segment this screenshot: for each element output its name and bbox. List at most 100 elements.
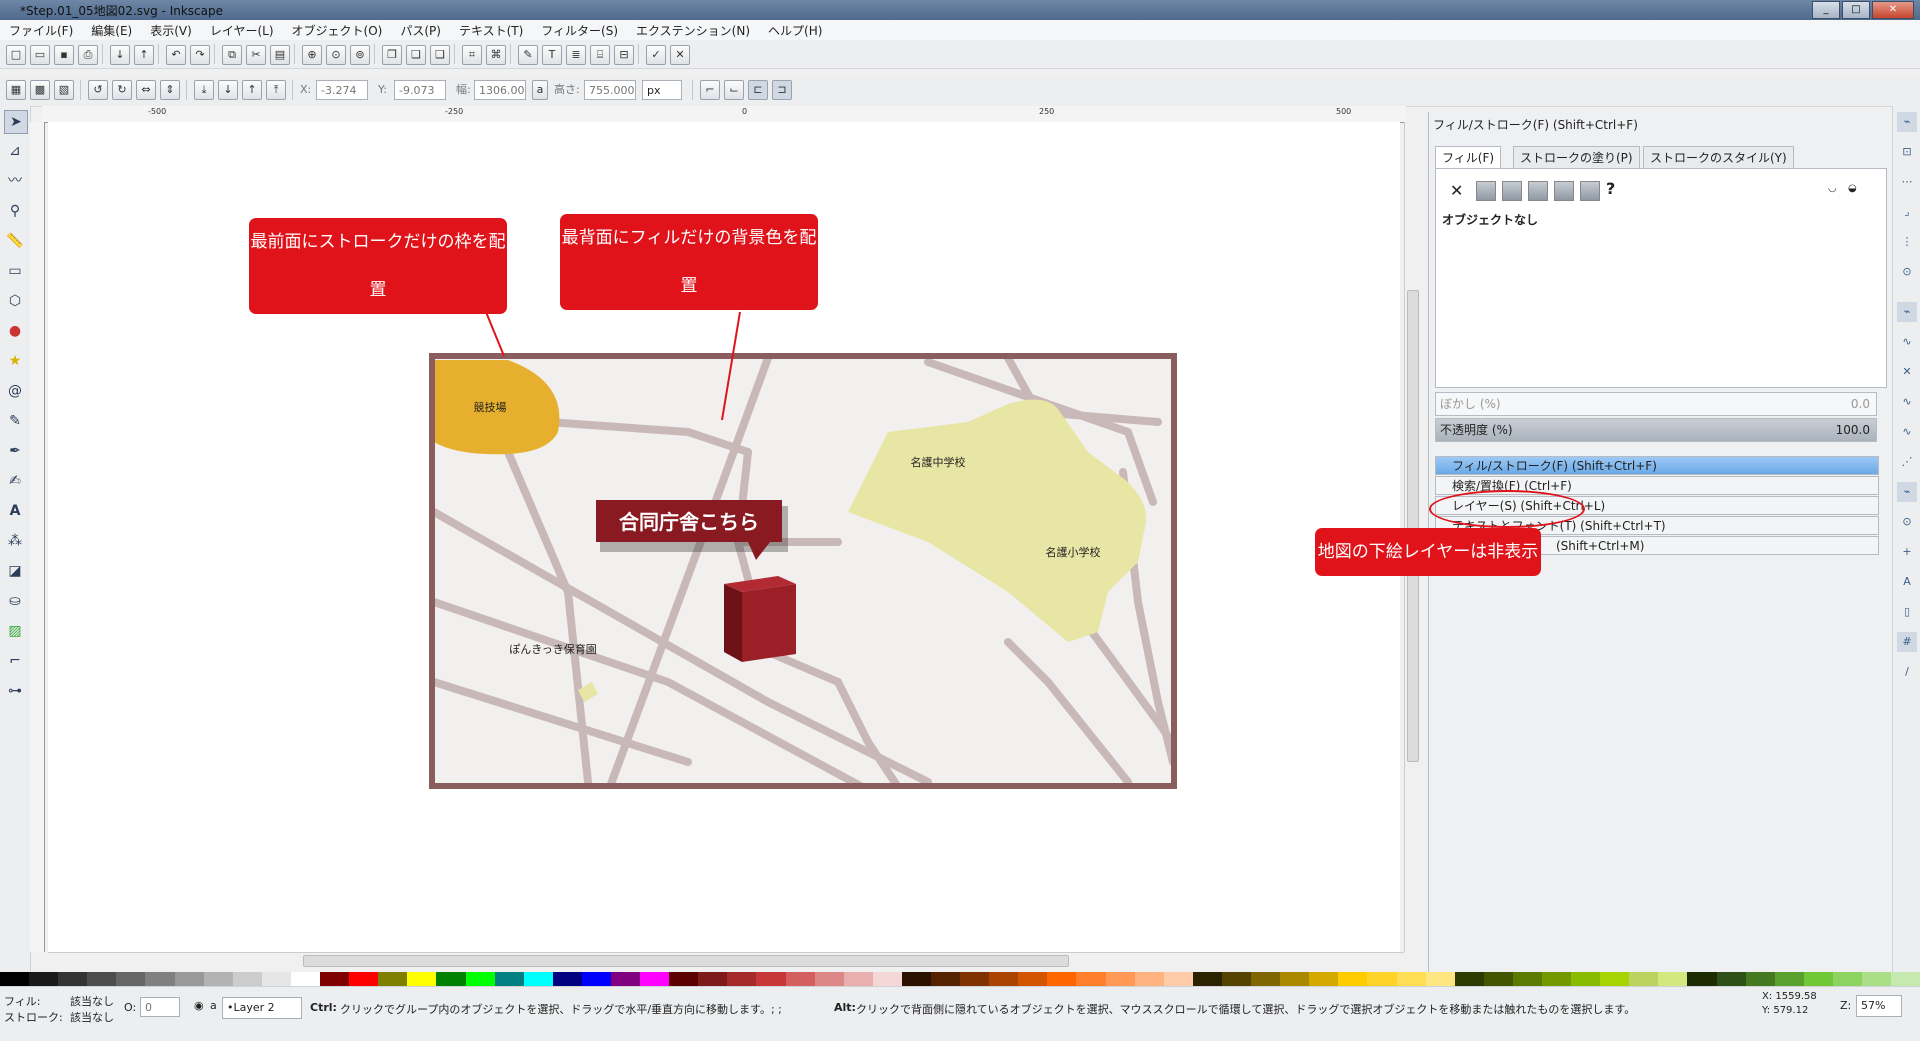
palette-swatch[interactable] — [1571, 972, 1601, 986]
palette-swatch[interactable] — [1687, 972, 1717, 986]
blur-slider[interactable]: ぼかし (%) 0.0 — [1435, 392, 1877, 416]
raise-top-icon[interactable]: ⤒ — [266, 80, 286, 100]
palette-swatch[interactable] — [901, 972, 931, 986]
menu-file[interactable]: ファイル(F) — [0, 20, 82, 40]
no-paint-icon[interactable]: ✕ — [1450, 181, 1463, 200]
palette-swatch[interactable] — [436, 972, 466, 986]
dialog-fill-stroke[interactable]: フィル/ストローク(F) (Shift+Ctrl+F) — [1435, 456, 1879, 475]
width-input[interactable]: 1306.00 — [474, 80, 526, 100]
palette-swatch[interactable] — [640, 972, 670, 986]
lock-ratio-icon[interactable]: a — [532, 80, 548, 100]
palette-swatch[interactable] — [349, 972, 379, 986]
raise-icon[interactable]: ↑ — [242, 80, 262, 100]
palette-swatch[interactable] — [116, 972, 146, 986]
snap-guide-icon[interactable]: / — [1897, 662, 1917, 682]
unlink-clone-icon[interactable]: ❑ — [430, 45, 450, 65]
cut-icon[interactable]: ✂ — [246, 45, 266, 65]
palette-swatch[interactable] — [1716, 972, 1746, 986]
node-tool-icon[interactable]: ⊿ — [4, 140, 26, 162]
palette-swatch[interactable] — [378, 972, 408, 986]
palette-swatch[interactable] — [1658, 972, 1688, 986]
palette-swatch[interactable] — [1280, 972, 1310, 986]
palette-swatch[interactable] — [232, 972, 262, 986]
menu-edit[interactable]: 編集(E) — [82, 20, 141, 40]
snap-midpoint-icon[interactable]: ⋰ — [1897, 452, 1917, 472]
zoom-drawing-icon[interactable]: ⊙ — [326, 45, 346, 65]
palette-swatch[interactable] — [1134, 972, 1164, 986]
drawing-canvas[interactable]: 合同庁舎こちら 競技場 名護中学校 名護小学校 ぽんきっき保育園 最前面にストロ… — [48, 122, 1400, 952]
snap-bbox-icon[interactable]: ⊡ — [1897, 142, 1917, 162]
palette-swatch[interactable] — [698, 972, 728, 986]
rotate-cw-icon[interactable]: ↻ — [112, 80, 132, 100]
xml-editor-icon[interactable]: ⌸ — [590, 45, 610, 65]
menu-object[interactable]: オブジェクト(O) — [283, 20, 392, 40]
palette-swatch[interactable] — [1803, 972, 1833, 986]
snap-rotation-center-icon[interactable]: + — [1897, 542, 1917, 562]
palette-swatch[interactable] — [523, 972, 553, 986]
spray-tool-icon[interactable]: ⁂ — [4, 530, 26, 552]
palette-swatch[interactable] — [1629, 972, 1659, 986]
palette-swatch[interactable] — [290, 972, 321, 986]
unset-paint-icon[interactable]: ? — [1606, 179, 1615, 198]
snap-others-icon[interactable]: ⌁ — [1897, 482, 1917, 502]
palette-swatch[interactable] — [203, 972, 233, 986]
rectangle-tool-icon[interactable]: ▭ — [4, 260, 26, 282]
palette-swatch[interactable] — [1251, 972, 1281, 986]
palette-swatch[interactable] — [931, 972, 961, 986]
palette-swatch[interactable] — [1745, 972, 1775, 986]
maximize-button[interactable]: □ — [1842, 1, 1870, 19]
star-tool-icon[interactable]: ★ — [4, 350, 26, 372]
snap-cusp-icon[interactable]: ∿ — [1897, 392, 1917, 412]
palette-swatch[interactable] — [727, 972, 757, 986]
minimize-button[interactable]: _ — [1812, 1, 1840, 19]
horizontal-scrollbar[interactable] — [48, 952, 1404, 967]
palette-swatch[interactable] — [1425, 972, 1455, 986]
new-document-icon[interactable]: □ — [6, 45, 26, 65]
snap-bbox-edge-icon[interactable]: ⋯ — [1897, 172, 1917, 192]
clone-icon[interactable]: ❏ — [406, 45, 426, 65]
linear-gradient-icon[interactable] — [1502, 181, 1522, 201]
palette-swatch[interactable] — [960, 972, 990, 986]
palette-swatch[interactable] — [174, 972, 204, 986]
menu-extension[interactable]: エクステンション(N) — [627, 20, 759, 40]
tweak-tool-icon[interactable]: 〰 — [4, 170, 26, 192]
palette-swatch[interactable] — [0, 972, 30, 986]
document-properties-icon[interactable]: ✕ — [670, 45, 690, 65]
radial-gradient-icon[interactable] — [1528, 181, 1548, 201]
save-icon[interactable]: ▪ — [54, 45, 74, 65]
palette-swatch[interactable] — [1454, 972, 1484, 986]
palette-swatch[interactable] — [756, 972, 786, 986]
flip-vertical-icon[interactable]: ⇕ — [160, 80, 180, 100]
move-patterns-icon[interactable]: ⊐ — [772, 80, 792, 100]
text-font-icon[interactable]: T — [542, 45, 562, 65]
color-palette[interactable] — [0, 972, 1920, 986]
palette-swatch[interactable] — [872, 972, 902, 986]
tab-stroke-style[interactable]: ストロークのスタイル(Y) — [1643, 146, 1794, 170]
palette-swatch[interactable] — [494, 972, 524, 986]
group-icon[interactable]: ⌗ — [462, 45, 482, 65]
palette-swatch[interactable] — [145, 972, 175, 986]
menu-text[interactable]: テキスト(T) — [450, 20, 532, 40]
palette-swatch[interactable] — [1221, 972, 1252, 986]
opacity-status-input[interactable]: 0 — [140, 997, 180, 1017]
print-icon[interactable]: ⎙ — [78, 45, 98, 65]
tab-stroke-paint[interactable]: ストロークの塗り(P) — [1513, 146, 1640, 170]
y-input[interactable]: -9.073 — [394, 80, 446, 100]
snap-nodes-icon[interactable]: ⌁ — [1897, 302, 1917, 322]
lower-icon[interactable]: ↓ — [218, 80, 238, 100]
menu-filter[interactable]: フィルター(S) — [532, 20, 627, 40]
palette-swatch[interactable] — [261, 972, 291, 986]
scale-corners-icon[interactable]: ⌙ — [724, 80, 744, 100]
palette-swatch[interactable] — [58, 972, 88, 986]
palette-swatch[interactable] — [320, 972, 350, 986]
lower-bottom-icon[interactable]: ⤓ — [194, 80, 214, 100]
snap-bbox-corner-icon[interactable]: ⌟ — [1897, 202, 1917, 222]
deselect-icon[interactable]: ▧ — [54, 80, 74, 100]
layers-icon[interactable]: ≣ — [566, 45, 586, 65]
palette-swatch[interactable] — [1891, 972, 1920, 986]
palette-swatch[interactable] — [989, 972, 1019, 986]
duplicate-icon[interactable]: ❐ — [382, 45, 402, 65]
pen-tool-icon[interactable]: ✒ — [4, 440, 26, 462]
palette-swatch[interactable] — [1832, 972, 1862, 986]
palette-swatch[interactable] — [1541, 972, 1572, 986]
